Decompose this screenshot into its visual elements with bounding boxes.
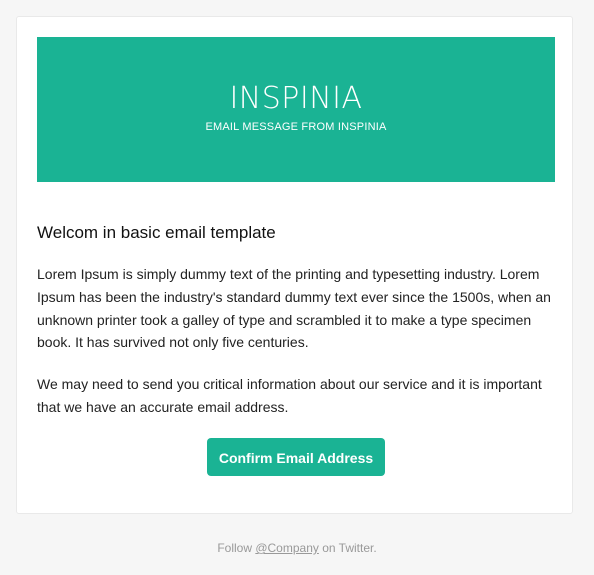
footer: Follow @Company on Twitter. — [0, 541, 594, 555]
body-paragraph-2: We may need to send you critical informa… — [37, 376, 542, 415]
footer-prefix: Follow — [217, 541, 256, 555]
email-card: INSPINIA EMAIL MESSAGE FROM INSPINIA Wel… — [16, 16, 573, 514]
confirm-email-button[interactable]: Confirm Email Address — [207, 438, 385, 476]
banner-subtitle: EMAIL MESSAGE FROM INSPINIA — [205, 121, 387, 133]
body-paragraph-1: Lorem Ipsum is simply dummy text of the … — [37, 266, 551, 351]
company-twitter-link[interactable]: @Company — [255, 541, 319, 555]
email-title: Welcom in basic email template — [37, 223, 276, 242]
header-banner: INSPINIA EMAIL MESSAGE FROM INSPINIA — [37, 37, 555, 182]
footer-suffix: on Twitter. — [318, 541, 377, 555]
brand-name: INSPINIA — [229, 81, 363, 116]
